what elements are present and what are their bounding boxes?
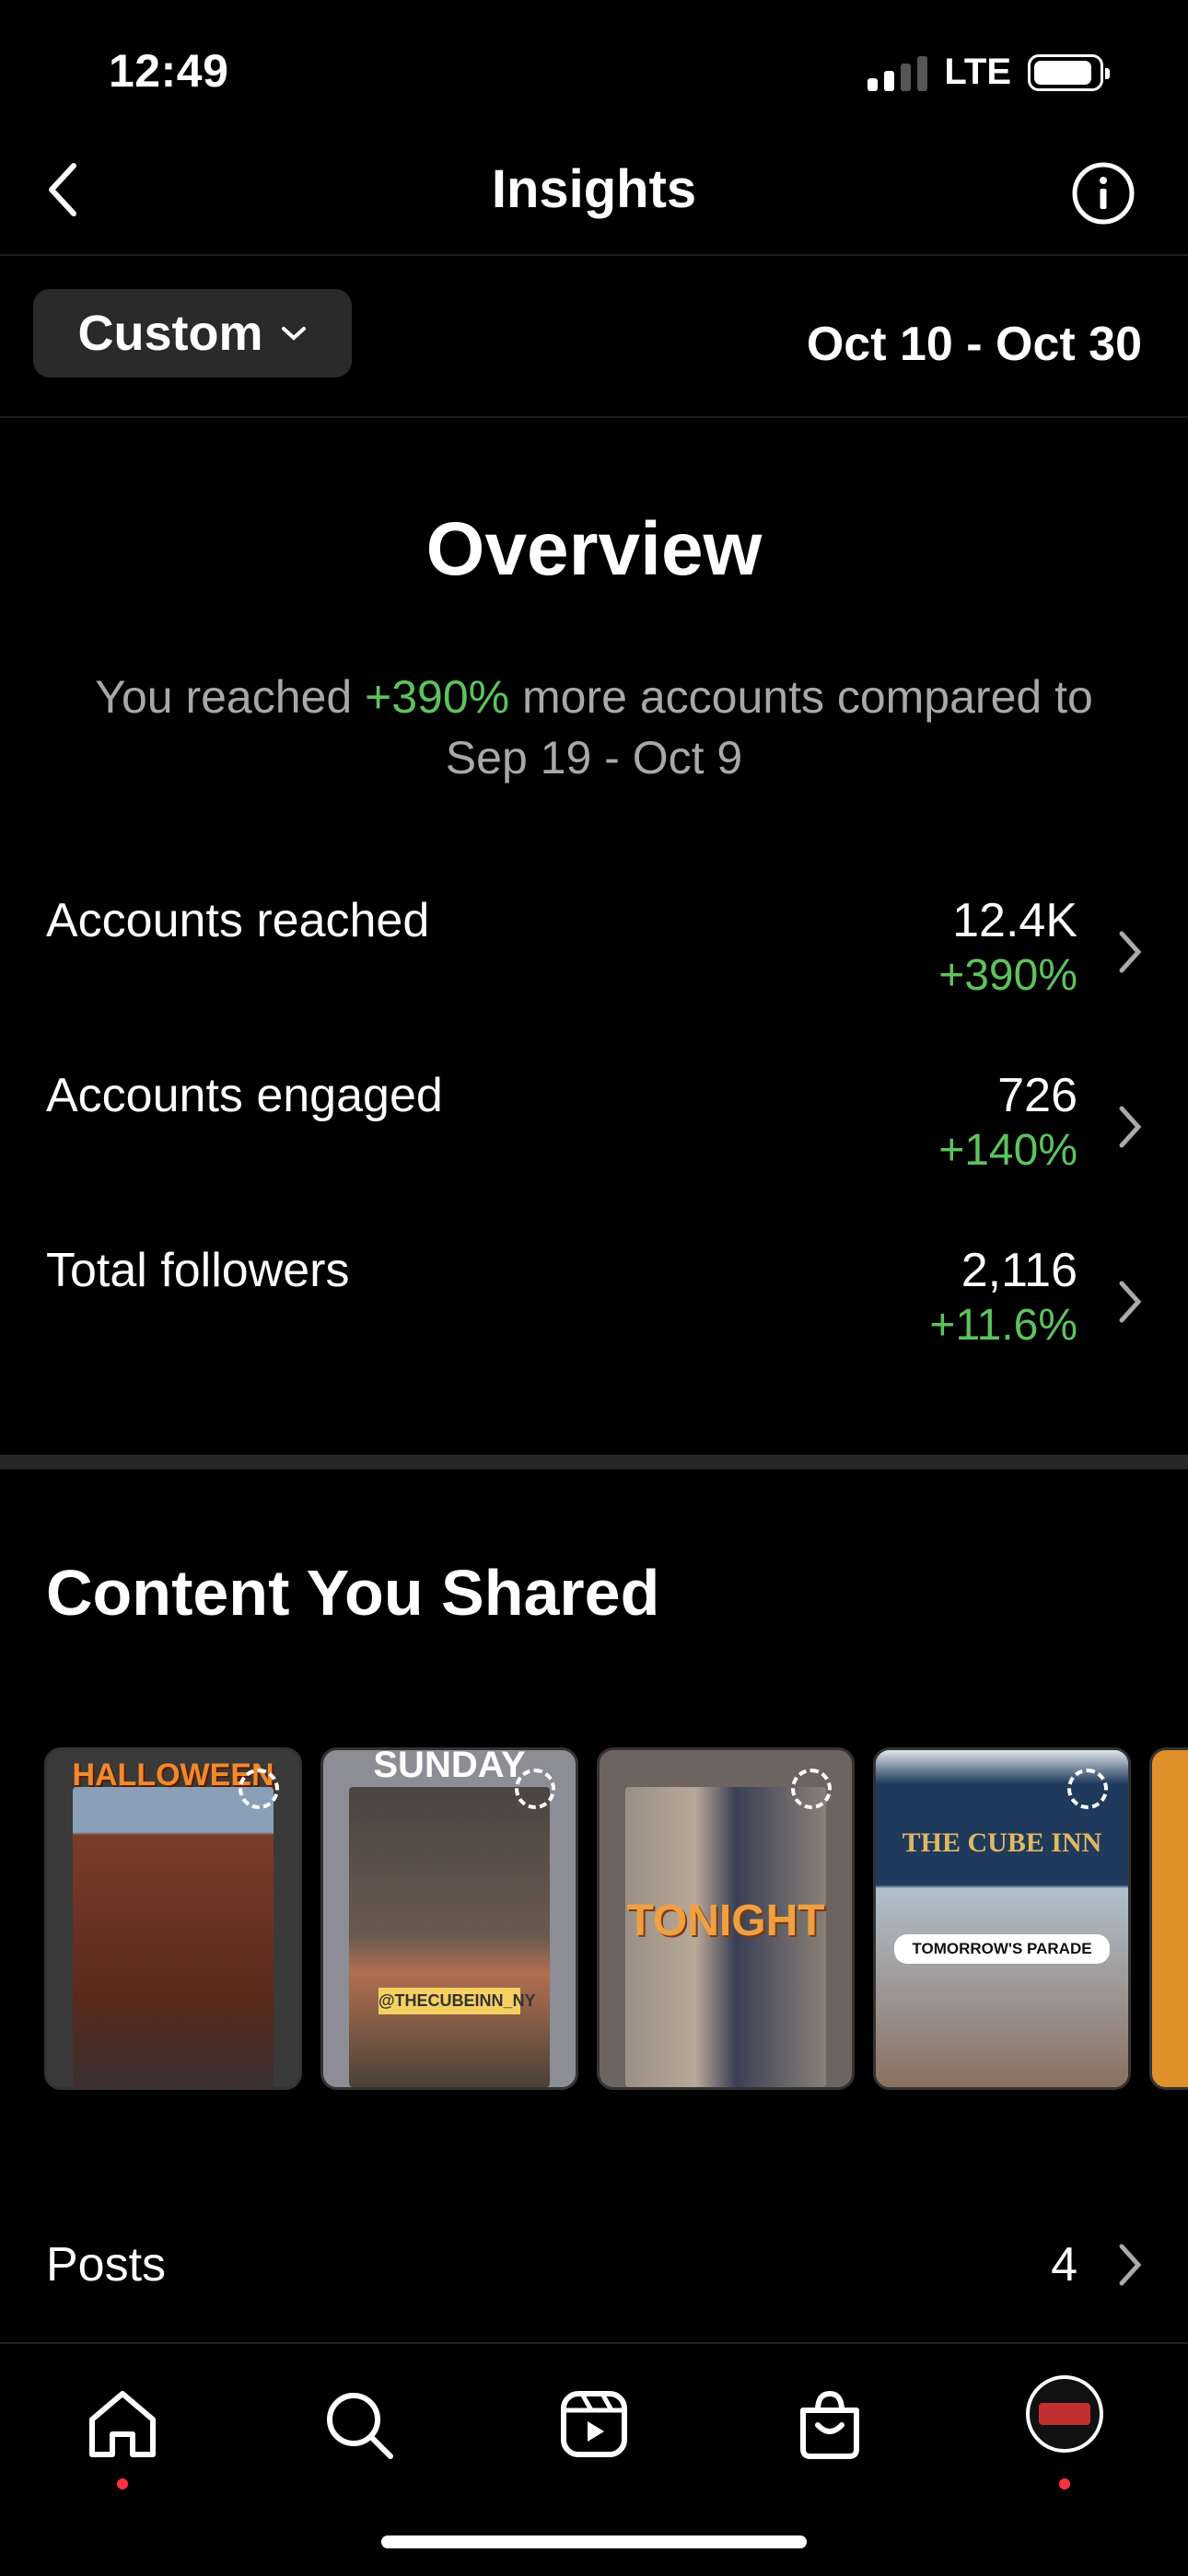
thumbnail-caption: THE CUBE INN [902,1828,1102,1858]
info-icon[interactable] [1070,160,1136,226]
content-thumbnail[interactable]: TONIGHT [597,1747,855,2090]
header-divider [0,254,1188,256]
metric-row-accounts-reached[interactable]: Accounts reached 12.4K +390% [0,893,1188,1050]
content-thumbnail[interactable]: SUNDAY @THECUBEINN_NY [320,1747,578,2090]
thumbnail-caption: TONIGHT [626,1897,825,1945]
metric-value: 726 [997,1069,1077,1122]
summary-highlight: +390% [365,671,510,723]
status-time: 12:49 [109,45,229,97]
posts-row[interactable]: Posts 4 [0,2228,1188,2302]
home-icon[interactable] [81,2383,164,2466]
story-ring-icon [791,1769,832,1809]
chevron-right-icon [1119,1106,1142,1148]
shop-icon[interactable] [788,2383,871,2466]
chevron-right-icon [1119,2244,1142,2286]
avatar-logo [1039,2403,1090,2425]
story-ring-icon [239,1769,279,1809]
status-indicators: LTE [868,52,1110,93]
thumbnail-image [349,1787,550,2087]
metric-label: Total followers [46,1244,350,1297]
section-divider [0,1455,1188,1469]
date-filter-dropdown[interactable]: Custom [33,289,352,377]
metric-change: +390% [938,951,1077,1000]
thumbnail-sub: @THECUBEINN_NY [379,1988,536,2014]
metric-value: 2,116 [961,1244,1077,1297]
search-icon[interactable] [317,2383,400,2466]
reels-icon[interactable] [553,2383,635,2466]
metric-row-accounts-engaged[interactable]: Accounts engaged 726 +140% [0,1068,1188,1224]
home-indicator [381,2535,807,2548]
content-thumbnail-partial[interactable] [1149,1747,1188,2090]
posts-label: Posts [46,2238,167,2292]
story-ring-icon [1067,1769,1108,1809]
metric-label: Accounts engaged [46,1069,443,1122]
metric-row-total-followers[interactable]: Total followers 2,116 +11.6% [0,1243,1188,1399]
date-filter-label: Custom [77,306,263,361]
signal-icon [868,54,928,91]
metric-change: +11.6% [929,1301,1077,1350]
network-label: LTE [944,52,1011,92]
overview-title: Overview [425,507,763,591]
thumbnail-sub: TOMORROW'S PARADE [894,1934,1110,1964]
chevron-down-icon [281,327,306,341]
metric-value: 12.4K [952,894,1077,947]
profile-avatar[interactable] [1026,2375,1103,2453]
notification-dot [1059,2478,1070,2489]
summary-suffix: more accounts compared to Sep 19 - Oct 9 [445,671,1093,783]
metric-label: Accounts reached [46,894,430,947]
posts-count: 4 [1051,2238,1077,2292]
content-thumbnails: HALLOWEEN SUNDAY @THECUBEINN_NY TONIGHT … [44,1747,1188,2090]
content-thumbnail[interactable]: THE CUBE INN TOMORROW'S PARADE [873,1747,1131,2090]
date-range: Oct 10 - Oct 30 [806,318,1142,371]
reach-summary: You reached +390% more accounts compared… [92,667,1096,788]
content-shared-title: Content You Shared [46,1557,660,1629]
thumbnail-image [73,1787,274,2087]
summary-prefix: You reached [95,671,366,723]
chevron-right-icon [1119,1281,1142,1323]
content-thumbnail[interactable]: HALLOWEEN [44,1747,302,2090]
metric-change: +140% [938,1126,1077,1175]
filter-divider [0,416,1188,418]
notification-dot [117,2478,128,2489]
page-title: Insights [491,159,697,219]
battery-icon [1028,53,1110,91]
chevron-right-icon [1119,931,1142,973]
story-ring-icon [515,1769,555,1809]
